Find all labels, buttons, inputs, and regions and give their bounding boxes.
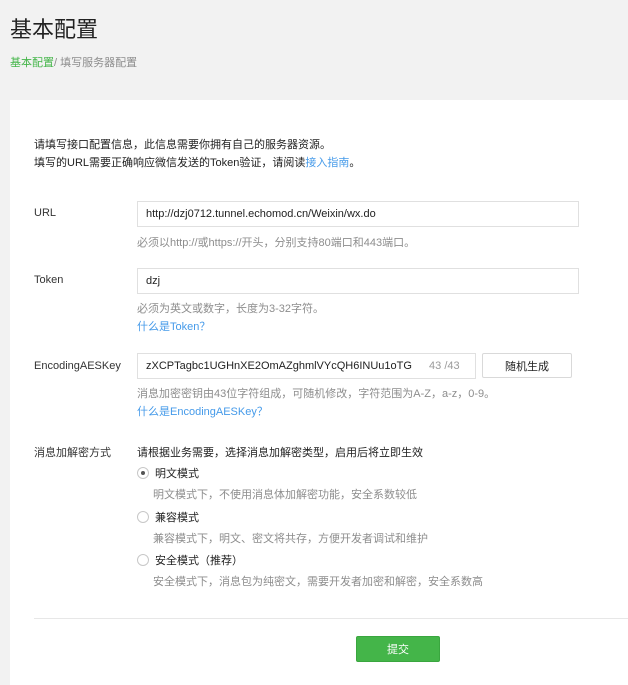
encrypt-mode-label: 消息加解密方式 [34,447,111,459]
aes-key-counter: 43 /43 [429,360,460,372]
url-input[interactable]: http://dzj0712.tunnel.echomod.cn/Weixin/… [137,201,579,227]
breadcrumb: 基本配置/ 填写服务器配置 [10,54,137,70]
page-title: 基本配置 [10,17,99,42]
token-label: Token [34,274,64,286]
breadcrumb-current: 填写服务器配置 [60,57,138,69]
aes-key-input[interactable]: zXCPTagbc1UGHnXE2OmAZghmlVYcQH6INUu1oTG [137,353,476,379]
submit-button[interactable]: 提交 [356,636,440,662]
radio-checked-icon[interactable] [137,467,149,479]
access-guide-link[interactable]: 接入指南 [305,157,349,169]
radio-secure-mode[interactable]: 安全模式（推荐） [137,552,243,568]
radio-secure-desc: 安全模式下，消息包为纯密文，需要开发者加密和解密，安全系数高 [153,576,483,588]
radio-plaintext-mode[interactable]: 明文模式 [137,465,199,481]
radio-unchecked-icon[interactable] [137,554,149,566]
radio-compatible-label: 兼容模式 [155,512,199,524]
radio-unchecked-icon[interactable] [137,511,149,523]
config-panel: 请填写接口配置信息，此信息需要你拥有自己的服务器资源。 填写的URL需要正确响应… [10,100,628,685]
breadcrumb-basic-config[interactable]: 基本配置 [10,57,54,69]
aes-key-hint: 消息加密密钥由43位字符组成，可随机修改，字符范围为A-Z，a-z，0-9。 [137,388,496,400]
intro-line-1: 请填写接口配置信息，此信息需要你拥有自己的服务器资源。 [34,139,331,151]
encrypt-mode-instruction: 请根据业务需要，选择消息加解密类型，启用后将立即生效 [137,447,423,459]
intro-line-2-end: 。 [349,157,361,169]
token-input[interactable]: dzj [137,268,579,294]
radio-plaintext-label: 明文模式 [155,468,199,480]
intro-text: 请填写接口配置信息，此信息需要你拥有自己的服务器资源。 填写的URL需要正确响应… [34,136,360,172]
token-hint: 必须为英文或数字，长度为3-32字符。 [137,303,325,315]
radio-compatible-desc: 兼容模式下，明文、密文将共存，方便开发者调试和维护 [153,533,428,545]
intro-line-2-text: 填写的URL需要正确响应微信发送的Token验证，请阅读 [34,157,306,169]
divider [34,618,628,619]
url-label: URL [34,207,57,219]
radio-plaintext-desc: 明文模式下，不使用消息体加解密功能，安全系数较低 [153,489,417,501]
aes-key-max: /43 [444,360,460,372]
what-is-token-link[interactable]: 什么是Token？ [137,318,210,334]
intro-line-2: 填写的URL需要正确响应微信发送的Token验证，请阅读接入指南。 [34,154,360,172]
random-generate-button[interactable]: 随机生成 [482,353,572,378]
what-is-aes-key-link[interactable]: 什么是EncodingAESKey？ [137,403,268,419]
radio-secure-label: 安全模式（推荐） [155,555,243,567]
aes-key-count: 43 [429,360,442,372]
url-hint: 必须以http://或https://开头，分别支持80端口和443端口。 [137,237,416,249]
aes-key-label: EncodingAESKey [34,360,121,372]
radio-compatible-mode[interactable]: 兼容模式 [137,509,199,525]
